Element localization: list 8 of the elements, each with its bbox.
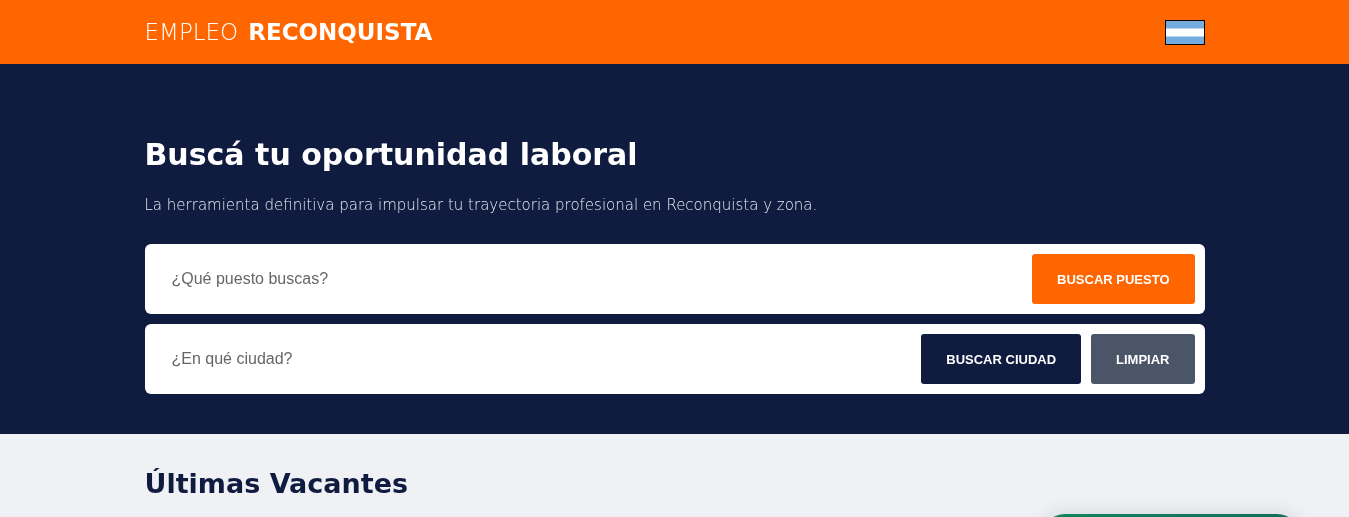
hero-title: Buscá tu oportunidad laboral	[144, 136, 639, 174]
search-button[interactable]: BUSCAR CIUDAD	[921, 334, 1082, 384]
search-button[interactable]: LIMPIAR	[1091, 334, 1195, 384]
brand-text: RECONQUISTA	[248, 19, 433, 45]
hero-subtitle: La herramienta definitiva para impulsar tu trayectoria profesional en Reconquista y zona.	[144, 195, 819, 216]
section-title: Últimas Vacantes	[144, 468, 410, 499]
brand-text: EMPLEO	[144, 19, 239, 45]
flag-icon[interactable]	[1164, 19, 1205, 45]
